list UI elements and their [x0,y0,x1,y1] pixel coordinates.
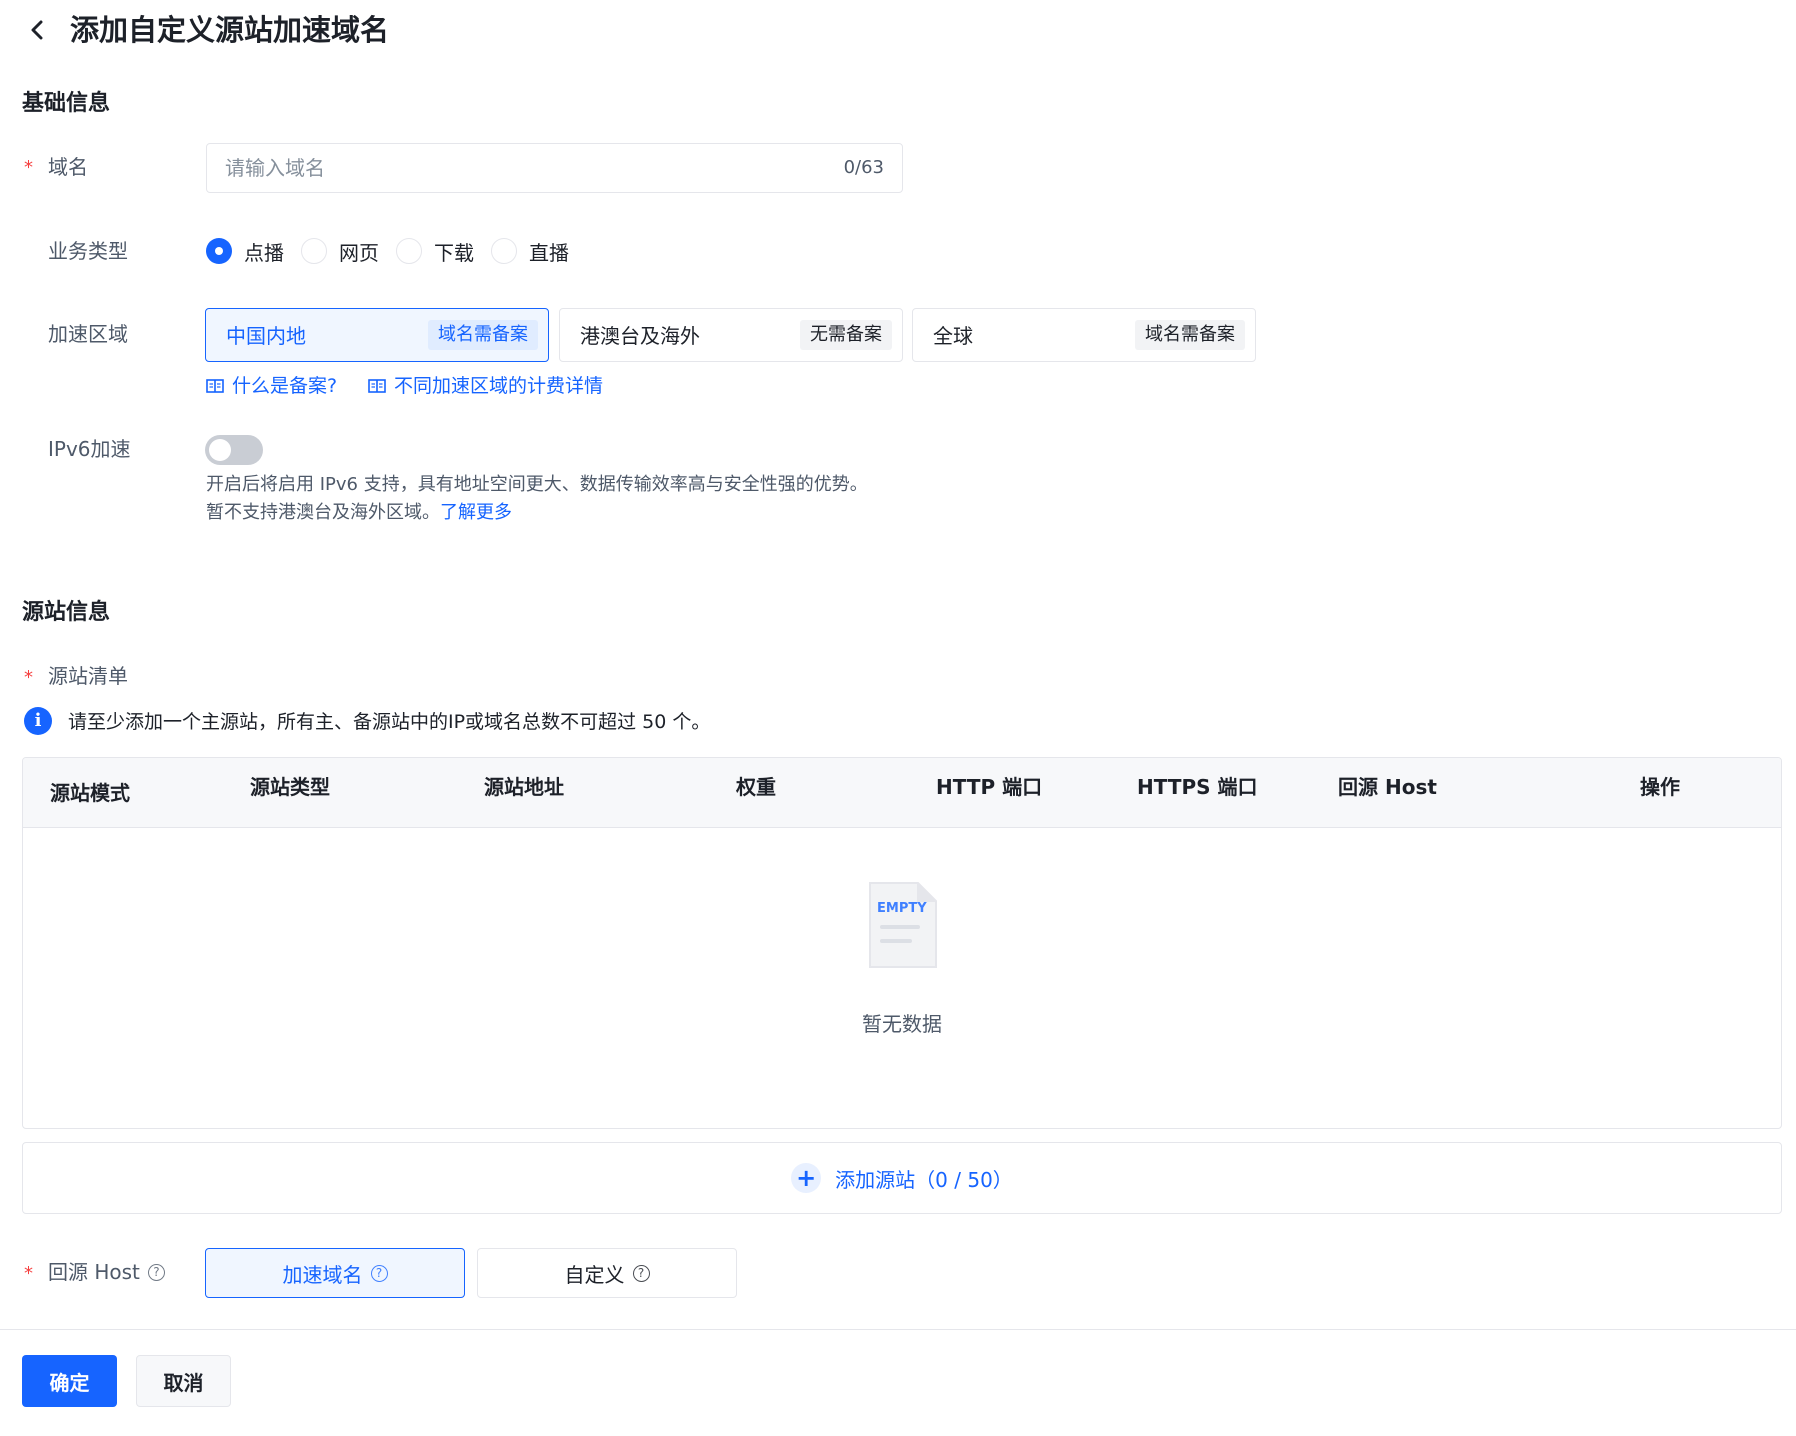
ipv6-help-line2: 暂不支持港澳台及海外区域。 [206,502,440,523]
ipv6-help-line2-wrapper: 暂不支持港澳台及海外区域。了解更多 [206,499,512,527]
region-tag: 域名需备案 [428,320,538,350]
region-card-global[interactable]: 全球 域名需备案 [912,308,1256,362]
toggle-knob [209,439,231,461]
radio-circle-checked [206,238,232,264]
region-name: 港澳台及海外 [580,324,700,348]
radio-label: 网页 [339,240,379,265]
radio-download[interactable]: 下载 [396,237,474,266]
region-name: 全球 [933,324,973,348]
radio-vod[interactable]: 点播 [206,237,284,266]
empty-text: 暂无数据 [862,1012,942,1036]
host-option-accelerated-domain[interactable]: 加速域名 ? [205,1248,465,1298]
back-chevron-icon[interactable] [22,12,52,48]
column-header-mode: 源站模式 [50,781,130,805]
origin-host-label-wrapper: 回源 Host ? [48,1258,165,1286]
section-title-basic: 基础信息 [22,91,111,116]
business-type-label: 业务类型 [48,239,128,263]
host-option-label: 自定义 [564,1262,625,1287]
radio-circle [396,238,422,264]
billing-detail-link[interactable]: 不同加速区域的计费详情 [368,373,603,399]
origin-host-label: 回源 Host [48,1260,140,1284]
radio-circle [301,238,327,264]
region-card-mainland[interactable]: 中国内地 域名需备案 [205,308,549,362]
column-header-origin-host: 回源 Host [1338,775,1437,799]
business-type-radio-group: 点播 网页 下载 直播 [206,237,586,266]
radio-label: 下载 [434,240,474,265]
ipv6-help-line1: 开启后将启用 IPv6 支持，具有地址空间更大、数据传输效率高与安全性强的优势。 [206,474,868,495]
domain-input-wrapper: 0/63 [206,143,903,193]
origin-table: 源站模式 源站类型 源站地址 权重 HTTP 端口 HTTPS 端口 回源 Ho… [22,757,1782,1129]
filing-help-link-text: 什么是备案? [232,375,338,397]
ipv6-label: IPv6加速 [48,437,131,461]
info-icon: i [24,707,52,735]
region-tag: 域名需备案 [1135,320,1245,350]
plus-icon: + [791,1163,822,1193]
column-header-weight: 权重 [736,775,776,799]
host-option-custom[interactable]: 自定义 ? [477,1248,737,1298]
help-circle-icon[interactable]: ? [147,1263,165,1281]
add-origin-label: 添加源站（0 / 50） [835,1167,1013,1192]
section-title-origin: 源站信息 [22,600,111,625]
page-title: 添加自定义源站加速域名 [70,13,390,47]
domain-char-count: 0/63 [843,157,884,178]
column-header-type: 源站类型 [250,775,330,799]
book-icon [206,379,224,393]
origin-list-label: 源站清单 [48,664,128,688]
domain-input[interactable] [225,144,825,192]
filing-help-link[interactable]: 什么是备案? [206,373,337,399]
radio-label: 直播 [529,240,569,265]
footer-divider [0,1329,1796,1330]
empty-badge: EMPTY [877,901,927,916]
column-header-https-port: HTTPS 端口 [1137,775,1258,799]
column-header-address: 源站地址 [484,775,564,799]
radio-live[interactable]: 直播 [491,237,569,266]
origin-info-text: 请至少添加一个主源站，所有主、备源站中的IP或域名总数不可超过 50 个。 [68,711,711,733]
region-tag: 无需备案 [800,320,892,350]
help-circle-icon[interactable]: ? [370,1264,388,1282]
radio-web[interactable]: 网页 [301,237,379,266]
column-header-http-port: HTTP 端口 [936,775,1043,799]
domain-label: 域名 [48,155,88,179]
table-header: 源站模式 源站类型 源站地址 权重 HTTP 端口 HTTPS 端口 回源 Ho… [23,758,1781,828]
region-name: 中国内地 [226,324,306,348]
help-circle-icon[interactable]: ? [632,1264,650,1282]
region-card-overseas[interactable]: 港澳台及海外 无需备案 [559,308,903,362]
ipv6-toggle[interactable] [205,435,263,465]
book-icon [368,379,386,393]
region-label: 加速区域 [48,322,128,346]
required-mark: * [24,1263,33,1284]
host-option-label: 加速域名 [282,1262,363,1287]
cancel-button[interactable]: 取消 [136,1355,231,1407]
radio-label: 点播 [244,240,284,265]
required-mark: * [24,157,33,178]
learn-more-link[interactable]: 了解更多 [440,502,512,523]
billing-detail-link-text: 不同加速区域的计费详情 [394,375,604,397]
column-header-actions: 操作 [1640,775,1680,799]
add-origin-button[interactable]: + 添加源站（0 / 50） [22,1142,1782,1214]
required-mark: * [24,667,33,688]
radio-circle [491,238,517,264]
confirm-button[interactable]: 确定 [22,1355,117,1407]
empty-file-icon: EMPTY [869,882,937,968]
